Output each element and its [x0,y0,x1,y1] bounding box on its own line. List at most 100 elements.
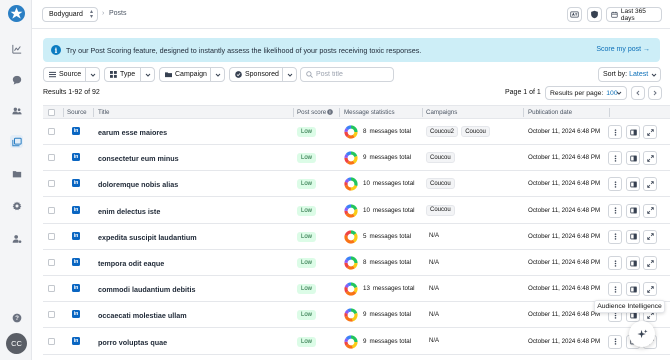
expand-button[interactable] [643,151,657,166]
type-filter[interactable]: Type [104,67,155,82]
more-options-button[interactable] [608,229,622,244]
col-campaigns[interactable]: Campaigns [426,109,457,116]
table-row[interactable]: in expedita suscipit laudantium Low 5 mes… [43,224,670,250]
post-title[interactable]: commodi laudantium debitis [98,285,195,294]
chevron-down-icon[interactable] [282,68,296,81]
expand-button[interactable] [643,203,657,218]
more-options-button[interactable] [608,177,622,192]
row-checkbox[interactable] [48,128,55,135]
post-score-badge: Low [297,310,317,321]
col-title[interactable]: Title [98,109,109,116]
more-options-button[interactable] [608,203,622,218]
table-row[interactable]: in earum esse maiores Low 8 messages tota… [43,119,670,145]
audience-intelligence-button[interactable] [629,321,655,347]
avatar[interactable]: CC [6,333,27,354]
table-row[interactable]: in enim delectus iste Low 10 messages tot… [43,198,670,224]
side-panel-button[interactable] [626,177,640,192]
publication-date: October 11, 2024 6:48 PM [528,128,601,135]
more-options-button[interactable] [608,282,622,297]
source-filter[interactable]: Source [43,67,100,82]
more-options-button[interactable] [608,334,622,349]
col-publication-date[interactable]: Publication date [528,109,572,116]
users-icon[interactable] [10,104,23,117]
side-panel-button[interactable] [626,282,640,297]
chat-icon[interactable] [10,73,23,86]
post-title[interactable]: enim delectus iste [98,207,160,216]
post-score-badge: Low [297,284,317,295]
table-row[interactable]: in consectetur eum minus Low 9 messages t… [43,145,670,172]
row-checkbox[interactable] [48,206,55,214]
expand-button[interactable] [643,229,657,244]
side-panel-button[interactable] [626,203,640,218]
side-panel-button[interactable] [626,151,640,166]
message-distribution-donut [344,308,358,322]
table-row[interactable]: in doloremque nobis alias Low 10 messages… [43,171,670,198]
row-checkbox[interactable] [48,180,55,188]
col-message-statistics[interactable]: Message statistics [344,109,395,116]
translate-button[interactable] [567,7,582,22]
campaign-tag: N/A [429,233,440,240]
chart-icon[interactable] [10,42,23,55]
score-my-post-link[interactable]: Score my post → [596,46,650,53]
workspace-select[interactable]: Bodyguard ▴ ▾ [42,7,98,22]
gear-icon[interactable] [10,199,23,212]
table-row[interactable]: in occaecati molestiae ullam Low 9 messag… [43,302,670,329]
chevron-down-icon[interactable] [85,68,99,81]
row-checkbox[interactable] [48,232,55,240]
row-checkbox[interactable] [48,154,55,162]
post-title[interactable]: porro voluptas quae [98,338,167,347]
col-source[interactable]: Source [67,109,87,116]
more-vertical-icon [614,259,616,267]
col-post-score[interactable]: Post score [297,109,326,116]
more-options-button[interactable] [608,125,622,139]
side-panel-button[interactable] [626,229,640,244]
select-all-checkbox[interactable] [48,109,55,116]
row-checkbox[interactable] [48,311,55,319]
chevron-down-icon[interactable] [210,68,224,81]
date-range-button[interactable]: Last 365 days [606,7,662,22]
next-page-button[interactable] [648,86,662,100]
more-options-button[interactable] [608,151,622,166]
posts-icon[interactable] [10,135,23,148]
user-settings-icon[interactable] [10,232,23,245]
side-panel-button[interactable] [626,256,640,270]
bodyguard-logo[interactable] [8,5,25,22]
row-checkbox[interactable] [48,337,55,345]
banner-text: Try our Post Scoring feature, designed t… [66,46,422,55]
row-checkbox[interactable] [48,285,55,293]
row-checkbox[interactable] [48,259,55,266]
expand-icon [646,259,654,267]
expand-button[interactable] [643,125,657,139]
workspace-name: Bodyguard [49,11,83,18]
post-title[interactable]: doloremque nobis alias [98,180,178,189]
more-vertical-icon [614,155,616,162]
table-row[interactable]: in commodi laudantium debitis Low 13 mess… [43,276,670,303]
shield-button[interactable] [587,7,602,22]
side-panel-button[interactable] [626,125,640,139]
post-title[interactable]: earum esse maiores [98,128,167,137]
message-count: 9 [363,154,367,162]
sponsored-filter[interactable]: Sponsored [229,67,297,82]
table-row[interactable]: in porro voluptas quae Low 9 messages tot… [43,329,670,355]
expand-button[interactable] [643,256,657,270]
help-icon[interactable]: ? [10,311,23,324]
check-circle-icon [235,71,242,78]
campaign-filter[interactable]: Campaign [159,67,225,82]
post-title[interactable]: tempora odit eaque [98,259,164,268]
expand-button[interactable] [643,282,657,297]
post-title[interactable]: expedita suscipit laudantium [98,233,197,242]
expand-button[interactable] [643,177,657,192]
search-input[interactable] [316,71,391,78]
sort-select[interactable]: Sort by: Latest [598,67,661,82]
post-title[interactable]: occaecati molestiae ullam [98,311,187,320]
prev-page-button[interactable] [631,86,645,100]
more-options-button[interactable] [608,256,622,270]
grid-icon [110,71,117,78]
post-title[interactable]: consectetur eum minus [98,154,179,163]
folder-icon[interactable] [10,167,23,180]
message-count: 9 [363,337,367,345]
info-icon[interactable]: i [327,109,334,116]
table-row[interactable]: in tempora odit eaque Low 8 messages tota… [43,250,670,276]
results-per-page-select[interactable]: Results per page: 100 [545,86,627,100]
chevron-down-icon[interactable] [140,68,154,81]
